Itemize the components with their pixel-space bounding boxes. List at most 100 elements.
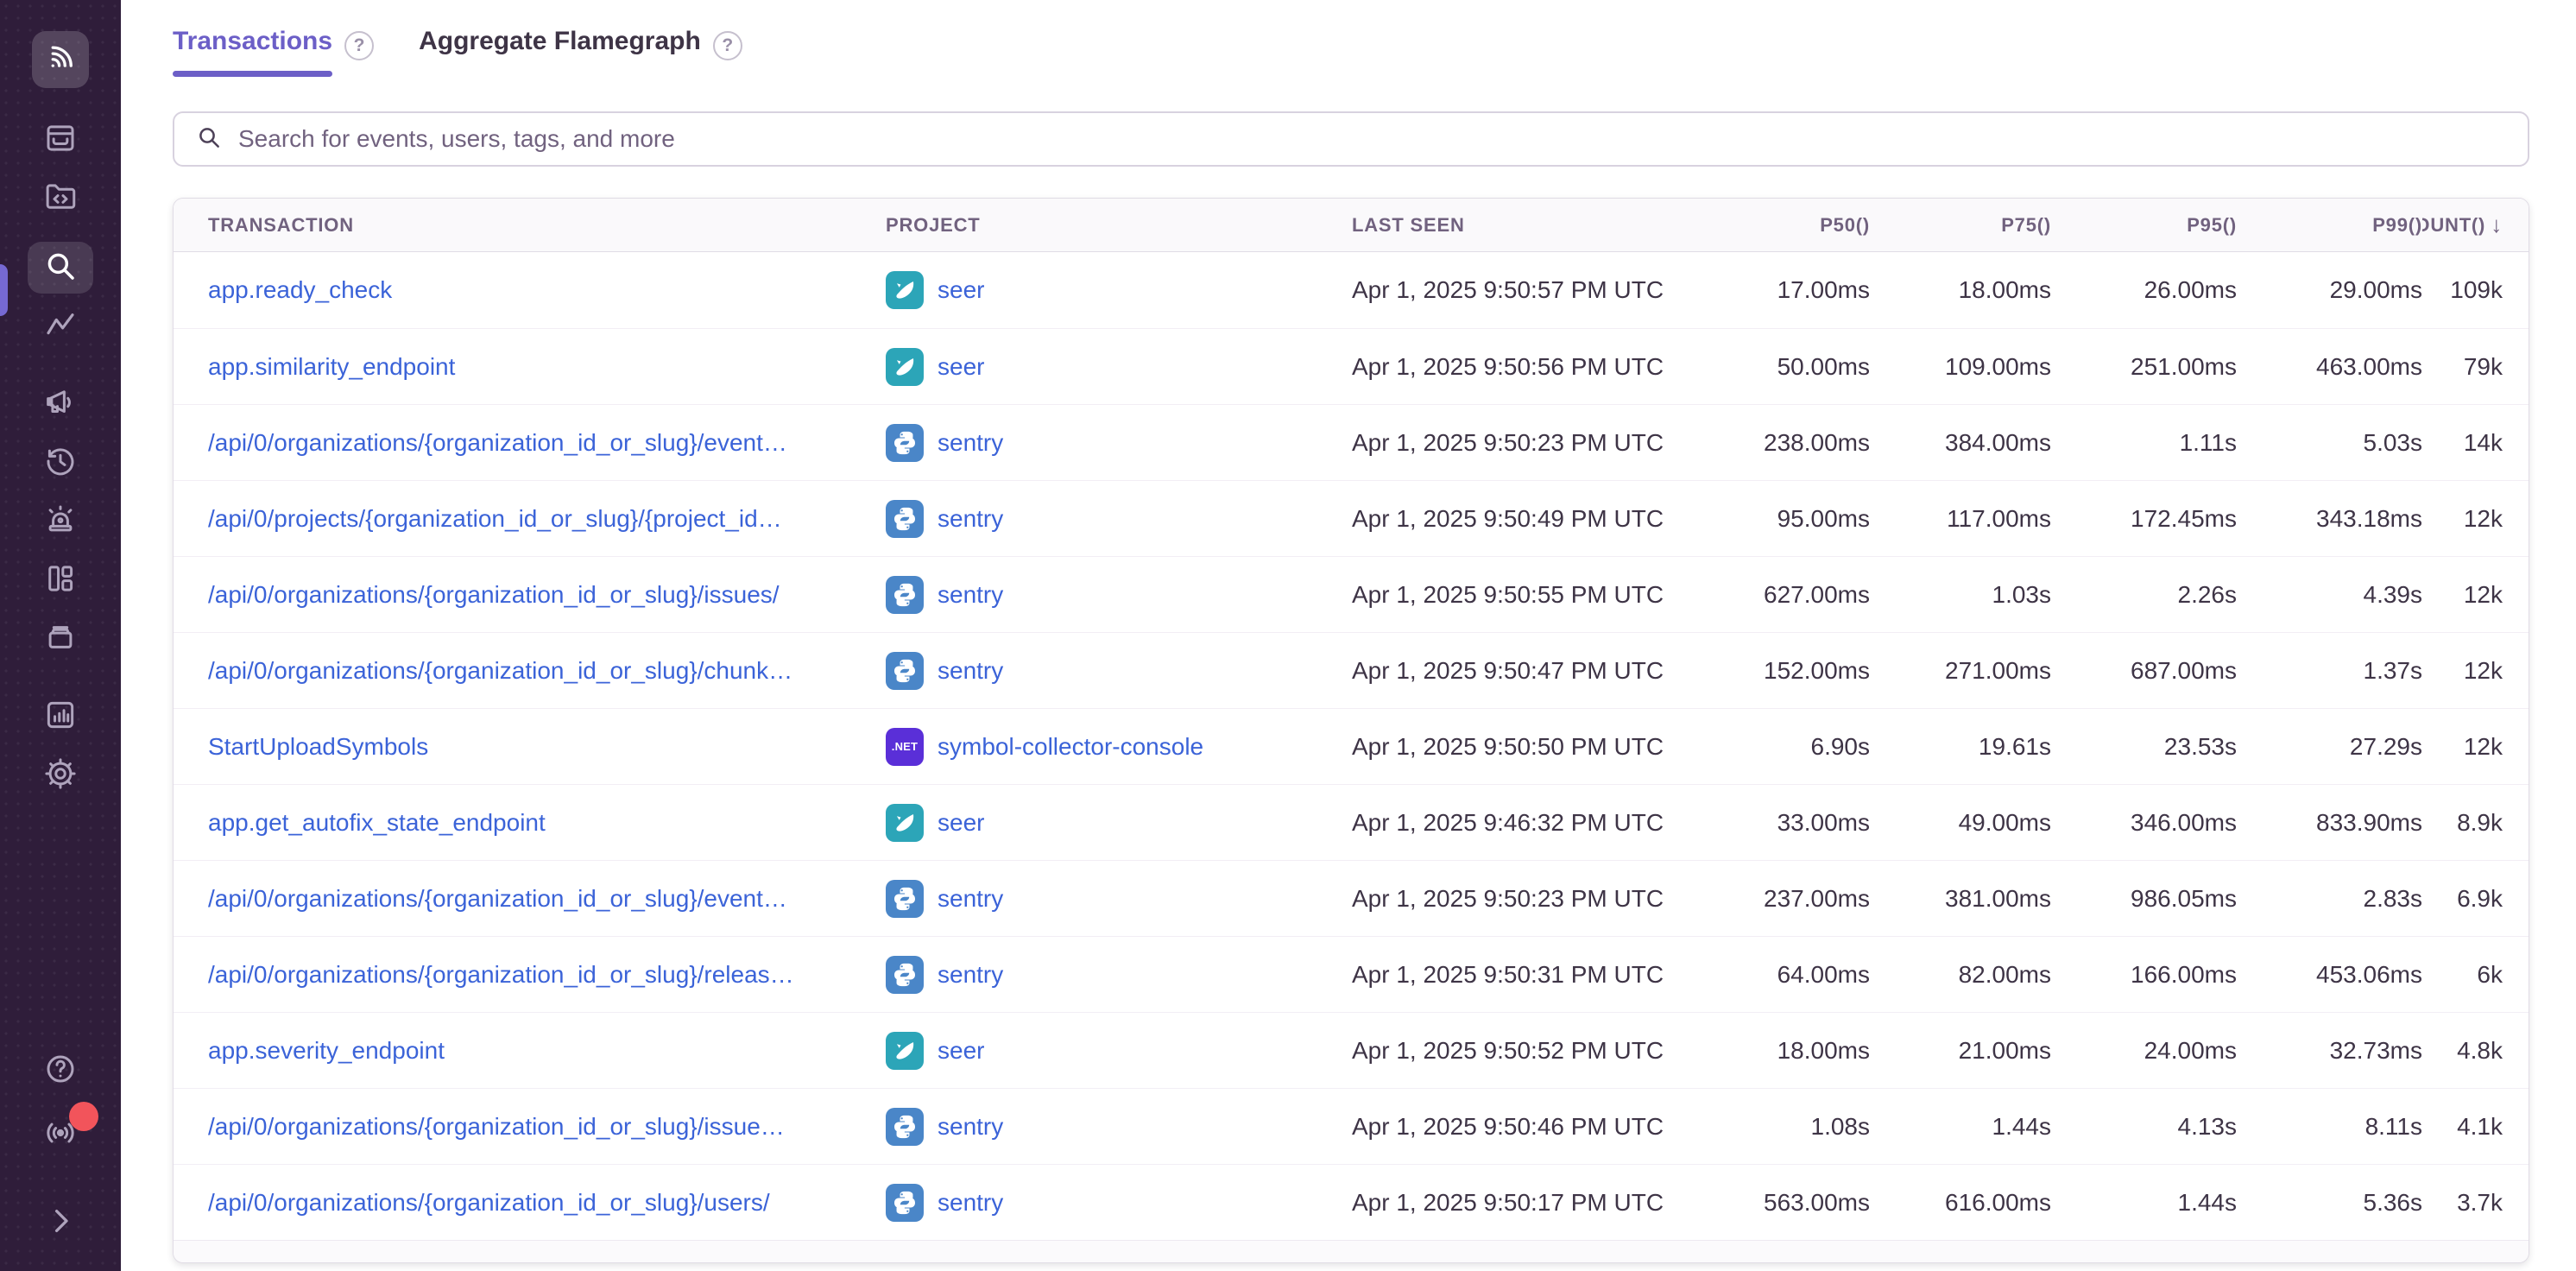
org-logo-button[interactable]	[32, 31, 89, 88]
column-header-last-seen[interactable]: LAST SEEN	[1352, 214, 1697, 237]
transaction-link[interactable]: /api/0/organizations/{organization_id_or…	[208, 961, 794, 988]
table-row[interactable]: /api/0/organizations/{organization_id_or…	[174, 556, 2529, 632]
project-link[interactable]: seer	[938, 1037, 984, 1065]
python-logo-icon	[886, 424, 924, 462]
table-row[interactable]: StartUploadSymbols .NET symbol-collector…	[174, 708, 2529, 784]
transaction-link[interactable]: /api/0/organizations/{organization_id_or…	[208, 1113, 785, 1140]
transaction-link[interactable]: /api/0/organizations/{organization_id_or…	[208, 1189, 770, 1216]
p99-cell: 8.11s	[2237, 1113, 2422, 1141]
table-row[interactable]: /api/0/organizations/{organization_id_or…	[174, 404, 2529, 480]
p50-cell: 18.00ms	[1697, 1037, 1870, 1065]
flamegraph-help-icon[interactable]: ?	[713, 31, 742, 60]
sort-descending-icon: ↓	[2491, 212, 2503, 238]
project-link[interactable]: seer	[938, 353, 984, 381]
p75-cell: 381.00ms	[1870, 885, 2051, 913]
transaction-link[interactable]: StartUploadSymbols	[208, 733, 428, 760]
p99-cell: 463.00ms	[2237, 353, 2422, 381]
sidebar-expand-button[interactable]	[28, 1197, 93, 1249]
table-row[interactable]: app.get_autofix_state_endpoint seer Apr …	[174, 784, 2529, 860]
active-tab-underline	[173, 71, 332, 77]
p95-cell: 1.11s	[2051, 429, 2237, 457]
transaction-link[interactable]: app.ready_check	[208, 276, 392, 303]
sidebar-item-replays[interactable]	[28, 437, 93, 489]
seer-logo-icon	[886, 1032, 924, 1070]
p75-cell: 19.61s	[1870, 733, 2051, 761]
search-input[interactable]	[238, 125, 2507, 153]
sidebar-item-explore-search[interactable]	[28, 242, 93, 294]
table-row[interactable]: app.severity_endpoint seer Apr 1, 2025 9…	[174, 1012, 2529, 1088]
project-link[interactable]: symbol-collector-console	[938, 733, 1203, 761]
table-row[interactable]: /api/0/organizations/{organization_id_or…	[174, 1164, 2529, 1240]
transaction-link[interactable]: /api/0/organizations/{organization_id_or…	[208, 429, 787, 456]
p95-cell: 251.00ms	[2051, 353, 2237, 381]
p50-cell: 238.00ms	[1697, 429, 1870, 457]
project-link[interactable]: sentry	[938, 961, 1003, 989]
search-bar[interactable]	[173, 111, 2529, 167]
sidebar-item-issues[interactable]	[28, 114, 93, 166]
p50-cell: 64.00ms	[1697, 961, 1870, 989]
column-header-transaction[interactable]: TRANSACTION	[174, 214, 886, 237]
p99-cell: 833.90ms	[2237, 809, 2422, 837]
dashboards-layout-icon	[42, 560, 79, 601]
project-link[interactable]: sentry	[938, 429, 1003, 457]
count-cell: 6.9k	[2422, 885, 2529, 913]
help-icon	[42, 1051, 79, 1091]
column-header-p75[interactable]: P75()	[1870, 214, 2051, 237]
project-link[interactable]: sentry	[938, 1189, 1003, 1217]
transaction-link[interactable]: /api/0/organizations/{organization_id_or…	[208, 581, 780, 608]
transaction-link[interactable]: /api/0/organizations/{organization_id_or…	[208, 657, 792, 684]
project-link[interactable]: seer	[938, 809, 984, 837]
p99-cell: 32.73ms	[2237, 1037, 2422, 1065]
table-row[interactable]: app.ready_check seer Apr 1, 2025 9:50:57…	[174, 252, 2529, 328]
count-cell: 3.7k	[2422, 1189, 2529, 1217]
sidebar-item-feedback[interactable]	[28, 378, 93, 430]
sidebar-item-dashboards[interactable]	[28, 554, 93, 606]
transaction-link[interactable]: /api/0/projects/{organization_id_or_slug…	[208, 505, 782, 532]
table-row[interactable]: /api/0/organizations/{organization_id_or…	[174, 1088, 2529, 1164]
tab-aggregate-flamegraph[interactable]: Aggregate Flamegraph ?	[419, 24, 742, 77]
sidebar-item-releases[interactable]	[28, 613, 93, 665]
search-icon	[195, 123, 223, 155]
seer-logo-icon	[886, 271, 924, 309]
tab-transactions[interactable]: Transactions ?	[173, 24, 374, 77]
column-header-count[interactable]: COUNT() ↓	[2422, 212, 2529, 238]
transaction-link[interactable]: app.get_autofix_state_endpoint	[208, 809, 546, 836]
transactions-help-icon[interactable]: ?	[344, 31, 374, 60]
sidebar-item-traces[interactable]	[28, 300, 93, 352]
transaction-link[interactable]: app.severity_endpoint	[208, 1037, 445, 1064]
projects-folder-code-icon	[42, 179, 79, 219]
project-link[interactable]: sentry	[938, 657, 1003, 685]
sidebar-item-stats[interactable]	[28, 691, 93, 743]
project-link[interactable]: seer	[938, 276, 984, 304]
table-row[interactable]: /api/0/organizations/{organization_id_or…	[174, 936, 2529, 1012]
project-link[interactable]: sentry	[938, 581, 1003, 609]
last-seen-cell: Apr 1, 2025 9:50:47 PM UTC	[1352, 657, 1697, 685]
column-header-p95[interactable]: P95()	[2051, 214, 2237, 237]
transaction-link[interactable]: /api/0/organizations/{organization_id_or…	[208, 885, 787, 912]
project-link[interactable]: sentry	[938, 505, 1003, 533]
sidebar-item-help[interactable]	[28, 1045, 93, 1097]
column-header-p50[interactable]: P50()	[1697, 214, 1870, 237]
table-row[interactable]: /api/0/projects/{organization_id_or_slug…	[174, 480, 2529, 556]
sidebar-item-settings[interactable]	[28, 749, 93, 801]
p75-cell: 1.44s	[1870, 1113, 2051, 1141]
python-logo-icon	[886, 956, 924, 994]
project-link[interactable]: sentry	[938, 1113, 1003, 1141]
issues-icon	[42, 120, 79, 161]
sidebar-item-whats-new[interactable]	[28, 1109, 93, 1160]
column-header-p99[interactable]: P99()	[2237, 214, 2422, 237]
column-header-project[interactable]: PROJECT	[886, 214, 1352, 237]
count-cell: 12k	[2422, 505, 2529, 533]
table-row[interactable]: /api/0/organizations/{organization_id_or…	[174, 632, 2529, 708]
table-row[interactable]: app.similarity_endpoint seer Apr 1, 2025…	[174, 328, 2529, 404]
sidebar-item-alerts[interactable]	[28, 496, 93, 547]
transaction-link[interactable]: app.similarity_endpoint	[208, 353, 455, 380]
sidebar-item-projects[interactable]	[28, 173, 93, 224]
project-link[interactable]: sentry	[938, 885, 1003, 913]
table-row[interactable]: /api/0/organizations/{organization_id_or…	[174, 860, 2529, 936]
python-logo-icon	[886, 880, 924, 918]
table-body: app.ready_check seer Apr 1, 2025 9:50:57…	[174, 252, 2529, 1240]
stats-bar-chart-icon	[42, 697, 79, 737]
p50-cell: 6.90s	[1697, 733, 1870, 761]
p50-cell: 50.00ms	[1697, 353, 1870, 381]
